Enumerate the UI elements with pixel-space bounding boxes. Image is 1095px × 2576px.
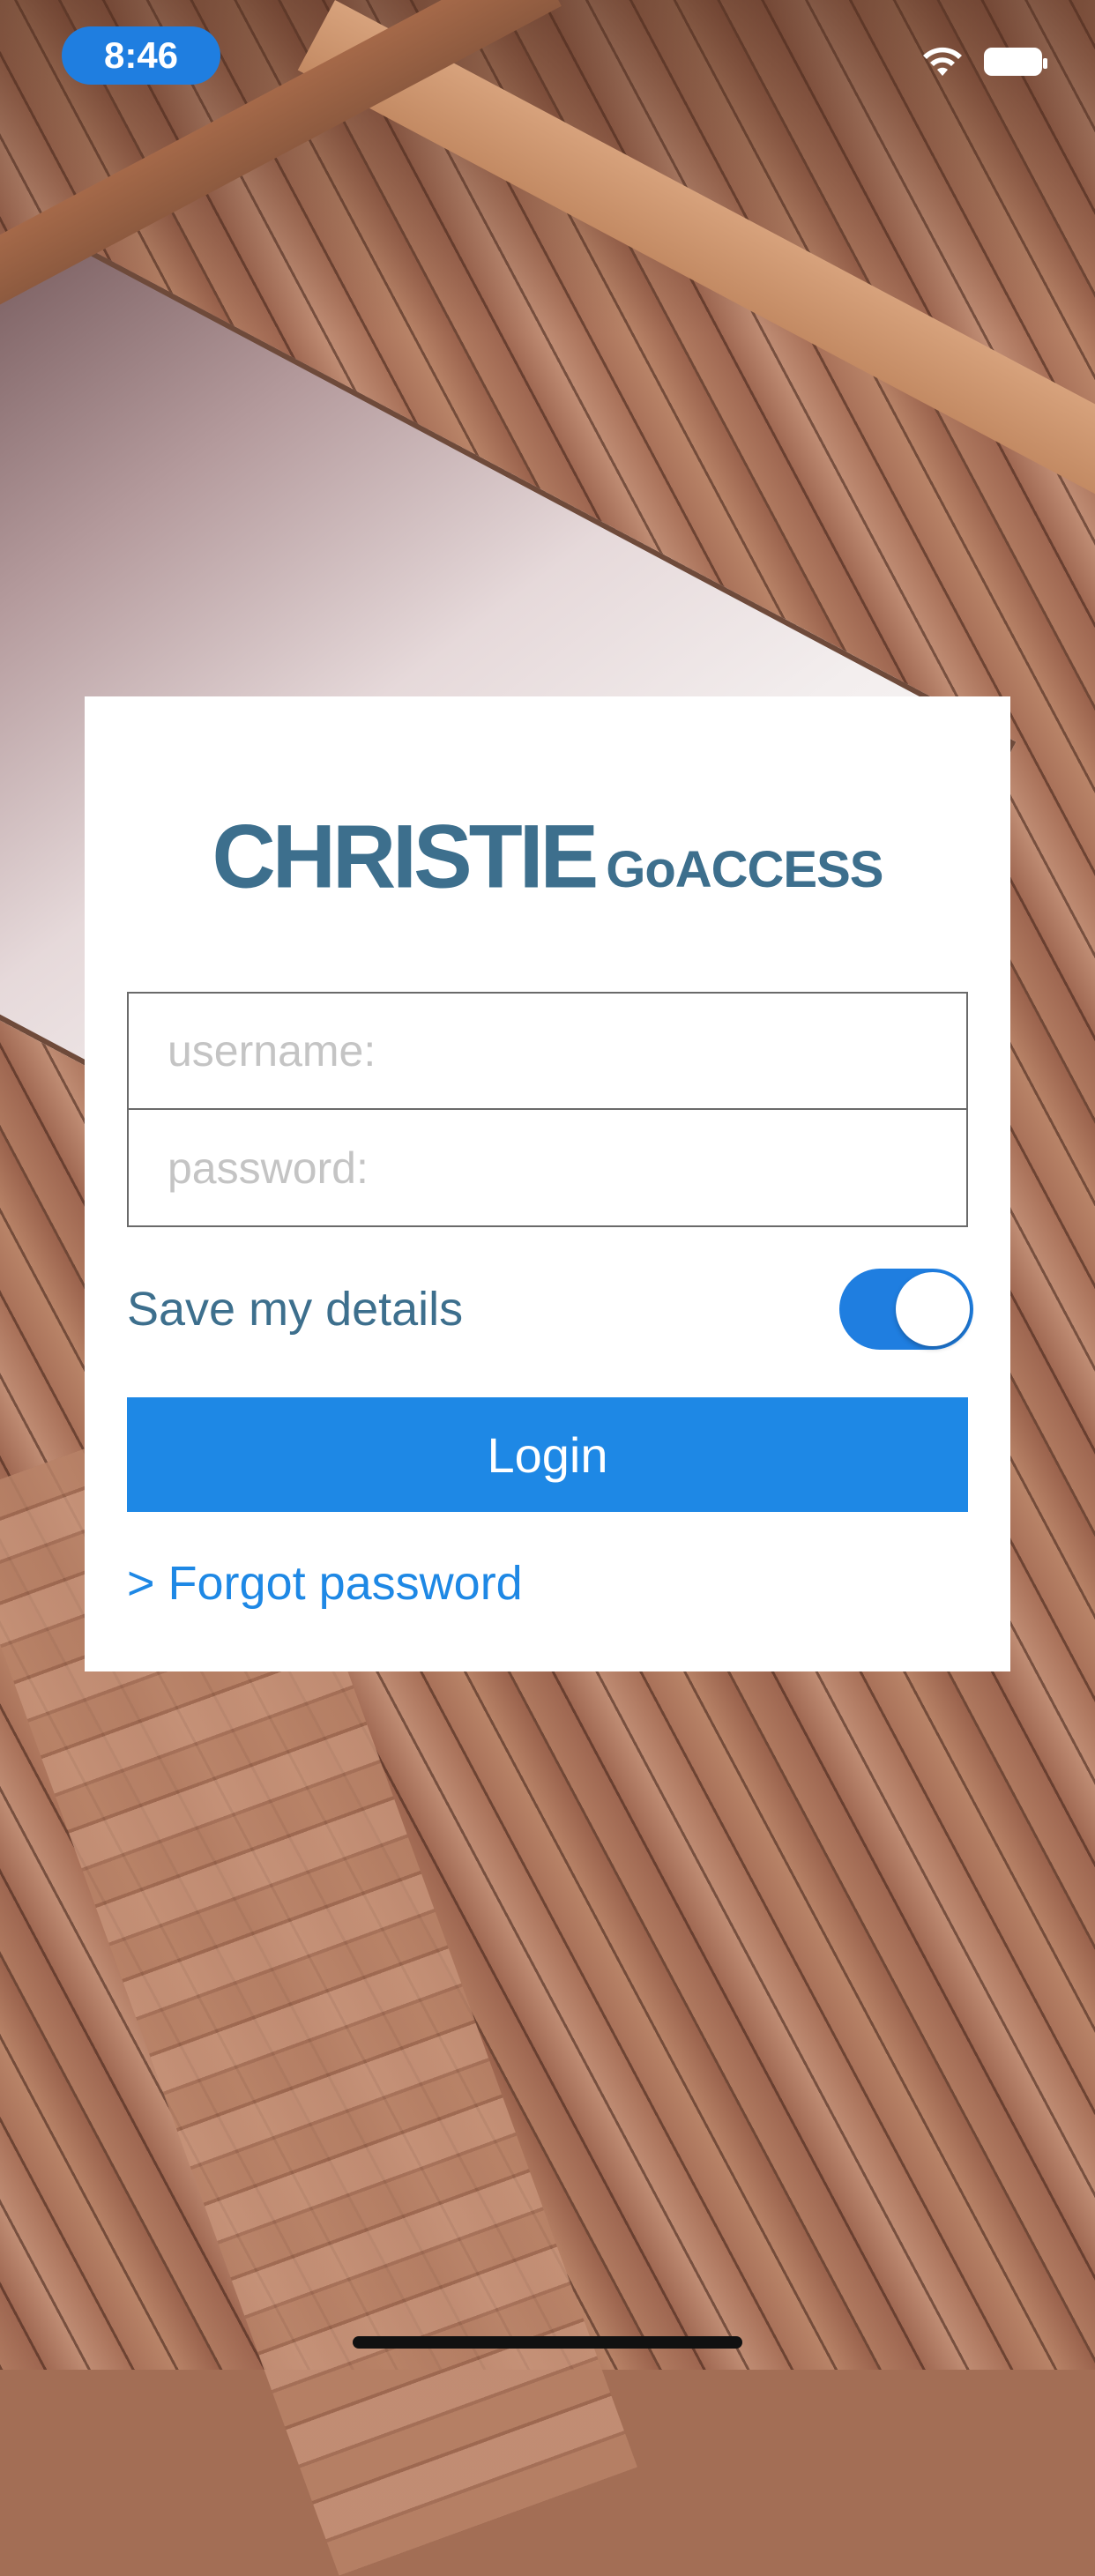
logo-sub-text: GoACCESS [606,841,883,898]
save-details-toggle[interactable] [839,1269,973,1350]
username-field[interactable] [127,992,968,1110]
login-button[interactable]: Login [127,1397,968,1512]
login-card: CHRISTIEGoACCESS Save my details Login >… [85,696,1010,1671]
home-indicator [353,2336,742,2349]
toggle-knob [896,1272,970,1346]
username-input[interactable] [129,994,966,1108]
status-icons [920,44,1047,79]
battery-icon [984,48,1047,76]
password-field[interactable] [127,1110,968,1227]
wifi-icon [923,47,962,76]
status-time: 8:46 [62,26,220,85]
save-details-row: Save my details [127,1261,973,1358]
save-details-label: Save my details [127,1283,464,1336]
forgot-password-link[interactable]: > Forgot password [127,1556,523,1611]
logo-main-text: CHRISTIE [212,806,600,908]
app-logo: CHRISTIE GoACCESS [85,807,1010,908]
password-input[interactable] [129,1110,966,1225]
